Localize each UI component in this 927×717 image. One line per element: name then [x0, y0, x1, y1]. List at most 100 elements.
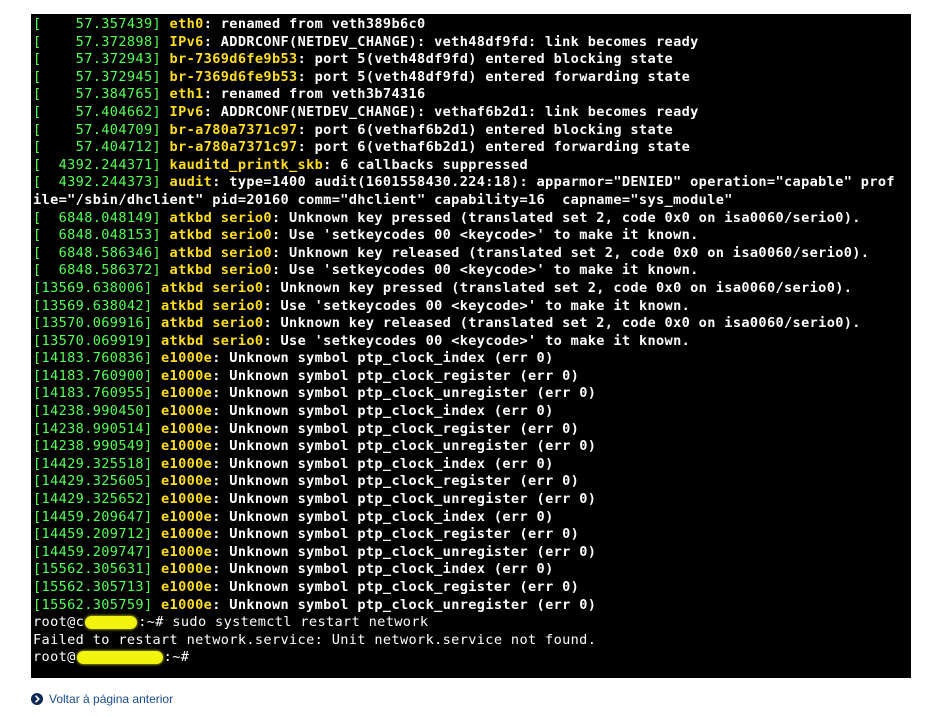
- log-timestamp: [ 57.404662]: [33, 103, 170, 120]
- log-source: e1000e: [161, 350, 213, 367]
- error-output-line: Failed to restart network.service: Unit …: [33, 631, 597, 648]
- log-message: : port 6(vethaf6b2d1) entered forwarding…: [297, 139, 691, 156]
- log-line: [15562.305631] e1000e: Unknown symbol pt…: [33, 561, 911, 579]
- prompt-path-2: :~#: [163, 649, 198, 666]
- log-source: e1000e: [161, 508, 213, 525]
- redacted-hostname-2: [76, 650, 163, 664]
- log-source: atkbd serio0: [161, 332, 264, 349]
- log-message: : Unknown key pressed (translated set 2,…: [263, 279, 853, 296]
- log-message: : 6 callbacks suppressed: [323, 156, 528, 173]
- log-line: [ 6848.586346] atkbd serio0: Unknown key…: [33, 245, 911, 263]
- log-message: : Unknown symbol ptp_clock_register (err…: [212, 526, 580, 543]
- log-line: [14459.209747] e1000e: Unknown symbol pt…: [33, 544, 911, 562]
- log-message: : Use 'setkeycodes 00 <keycode>' to make…: [271, 262, 699, 279]
- log-source: e1000e: [161, 491, 213, 508]
- log-line: [ 6848.586372] atkbd serio0: Use 'setkey…: [33, 262, 911, 280]
- log-source: atkbd serio0: [161, 279, 264, 296]
- redacted-hostname-1: [85, 615, 138, 629]
- log-timestamp: [14238.990450]: [33, 403, 162, 420]
- log-line: [14238.990549] e1000e: Unknown symbol pt…: [33, 438, 911, 456]
- log-timestamp: [14459.209647]: [33, 508, 162, 525]
- log-message: : Use 'setkeycodes 00 <keycode>' to make…: [271, 227, 699, 244]
- log-line: [14238.990514] e1000e: Unknown symbol pt…: [33, 421, 911, 439]
- log-message: : Unknown symbol ptp_clock_index (err 0): [212, 508, 554, 525]
- log-timestamp: [14429.325605]: [33, 473, 162, 490]
- log-timestamp: [ 6848.048153]: [33, 227, 170, 244]
- prompt-user-host-start: root@c: [33, 614, 85, 631]
- log-source: e1000e: [161, 420, 213, 437]
- log-message: : Use 'setkeycodes 00 <keycode>' to make…: [263, 332, 691, 349]
- log-line: [ 57.357439] eth0: renamed from veth389b…: [33, 16, 911, 34]
- log-source: e1000e: [161, 526, 213, 543]
- log-line: [ 57.404662] IPv6: ADDRCONF(NETDEV_CHANG…: [33, 104, 911, 122]
- terminal-screenshot: [ 57.357439] eth0: renamed from veth389b…: [31, 14, 911, 678]
- log-message: : port 5(veth48df9fd) entered forwarding…: [297, 68, 691, 85]
- log-line: [13570.069919] atkbd serio0: Use 'setkey…: [33, 333, 911, 351]
- prompt-user-host-start-2: root@: [33, 649, 76, 666]
- log-source: atkbd serio0: [161, 315, 264, 332]
- log-source: atkbd serio0: [161, 297, 264, 314]
- log-line: [ 57.372943] br-7369d6fe9b53: port 5(vet…: [33, 51, 911, 69]
- log-timestamp: [14459.209712]: [33, 526, 162, 543]
- log-timestamp: [15562.305759]: [33, 596, 162, 613]
- log-timestamp: [ 4392.244373]: [33, 174, 170, 191]
- log-message: : Unknown symbol ptp_clock_unregister (e…: [212, 385, 597, 402]
- log-line: [ 57.404712] br-a780a7371c97: port 6(vet…: [33, 139, 911, 157]
- log-timestamp: [13569.638042]: [33, 297, 162, 314]
- log-message-continuation: ile="/sbin/dhclient" pid=20160 comm="dhc…: [33, 191, 733, 208]
- log-source: IPv6: [169, 33, 204, 50]
- log-timestamp: [ 6848.586346]: [33, 244, 170, 261]
- log-line: [ 57.384765] eth1: renamed from veth3b74…: [33, 86, 911, 104]
- log-line: [14183.760955] e1000e: Unknown symbol pt…: [33, 385, 911, 403]
- log-message: : Unknown symbol ptp_clock_register (err…: [212, 367, 580, 384]
- log-timestamp: [ 57.357439]: [33, 16, 170, 32]
- log-message: : Unknown key pressed (translated set 2,…: [271, 209, 861, 226]
- log-timestamp: [13570.069919]: [33, 332, 162, 349]
- log-timestamp: [15562.305713]: [33, 579, 162, 595]
- log-timestamp: [13570.069916]: [33, 315, 162, 332]
- page: [ 57.357439] eth0: renamed from veth389b…: [0, 0, 927, 717]
- log-timestamp: [ 6848.586372]: [33, 262, 170, 279]
- log-source: e1000e: [161, 455, 213, 472]
- log-line: [ 57.372898] IPv6: ADDRCONF(NETDEV_CHANG…: [33, 34, 911, 52]
- log-line: [14459.209712] e1000e: Unknown symbol pt…: [33, 526, 911, 544]
- log-timestamp: [ 57.372943]: [33, 51, 170, 68]
- log-source: atkbd serio0: [169, 209, 272, 226]
- log-message: : ADDRCONF(NETDEV_CHANGE): veth48df9fd: …: [203, 33, 699, 50]
- prompt-line-command: root@c:~# sudo systemctl restart network: [33, 614, 911, 632]
- log-message: : port 6(vethaf6b2d1) entered blocking s…: [297, 121, 674, 138]
- log-message: : Unknown symbol ptp_clock_register (err…: [212, 579, 580, 595]
- log-message: : type=1400 audit(1601558430.224:18): ap…: [212, 174, 895, 191]
- log-timestamp: [14238.990514]: [33, 420, 162, 437]
- log-line: [14429.325605] e1000e: Unknown symbol pt…: [33, 473, 911, 491]
- log-source: e1000e: [161, 579, 213, 595]
- log-message: : Use 'setkeycodes 00 <keycode>' to make…: [263, 297, 691, 314]
- log-timestamp: [14183.760836]: [33, 350, 162, 367]
- log-message: : Unknown symbol ptp_clock_index (err 0): [212, 561, 554, 578]
- log-message: : Unknown symbol ptp_clock_unregister (e…: [212, 543, 597, 560]
- kernel-log: [ 57.357439] eth0: renamed from veth389b…: [33, 16, 911, 614]
- log-source: audit: [169, 174, 213, 191]
- log-line: [14429.325518] e1000e: Unknown symbol pt…: [33, 456, 911, 474]
- log-timestamp: [13569.638006]: [33, 279, 162, 296]
- log-timestamp: [14183.760955]: [33, 385, 162, 402]
- log-source: e1000e: [161, 367, 213, 384]
- log-timestamp: [ 6848.048149]: [33, 209, 170, 226]
- log-line: [ 57.372945] br-7369d6fe9b53: port 5(vet…: [33, 69, 911, 87]
- back-to-previous-page-link[interactable]: Voltar à página anterior: [31, 692, 173, 706]
- log-source: e1000e: [161, 403, 213, 420]
- log-source: br-a780a7371c97: [169, 139, 298, 156]
- log-line: [14238.990450] e1000e: Unknown symbol pt…: [33, 403, 911, 421]
- log-message: : Unknown key released (translated set 2…: [263, 315, 861, 332]
- log-source: atkbd serio0: [169, 262, 272, 279]
- log-timestamp: [ 57.404712]: [33, 139, 170, 156]
- log-message: : Unknown symbol ptp_clock_unregister (e…: [212, 596, 597, 613]
- log-timestamp: [ 57.404709]: [33, 121, 170, 138]
- prompt-line-current: root@ :~#: [33, 649, 911, 667]
- log-message: : Unknown symbol ptp_clock_index (err 0): [212, 403, 554, 420]
- log-source: atkbd serio0: [169, 227, 272, 244]
- typed-command: sudo systemctl restart network: [172, 614, 429, 631]
- log-timestamp: [14238.990549]: [33, 438, 162, 455]
- back-link-label[interactable]: Voltar à página anterior: [49, 692, 173, 706]
- log-timestamp: [ 57.372898]: [33, 33, 170, 50]
